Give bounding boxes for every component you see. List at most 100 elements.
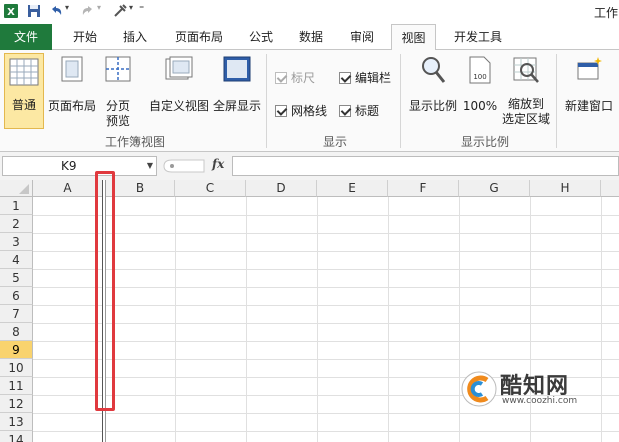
row-header[interactable]: 4: [0, 251, 33, 269]
headings-checkbox[interactable]: 标题: [339, 102, 379, 119]
tab-view[interactable]: 视图: [391, 24, 436, 51]
ruler-label: 标尺: [291, 71, 316, 85]
full-screen-button[interactable]: 全屏显示: [212, 55, 262, 114]
zoom-button[interactable]: 显示比例: [407, 55, 459, 114]
tools-dropdown-icon[interactable]: ▾: [129, 3, 133, 12]
row-header[interactable]: 14: [0, 431, 33, 442]
gridlines-label: 网格线: [291, 104, 328, 118]
ruler-checkbox[interactable]: 标尺: [275, 69, 315, 86]
column-header[interactable]: E: [317, 180, 388, 197]
row-header[interactable]: 10: [0, 359, 33, 377]
normal-view-button[interactable]: 普通: [4, 53, 44, 129]
row-header[interactable]: 7: [0, 305, 33, 323]
column-header[interactable]: G: [459, 180, 530, 197]
window-title: 工作: [594, 6, 619, 20]
custom-views-button[interactable]: 自定义视图: [148, 55, 210, 114]
headings-label: 标题: [355, 104, 380, 118]
row-header[interactable]: 2: [0, 215, 33, 233]
tab-formulas[interactable]: 公式: [242, 24, 280, 50]
formula-input[interactable]: [232, 156, 619, 176]
formula-bar-checkbox-box[interactable]: [339, 71, 351, 84]
column-header[interactable]: [601, 180, 619, 197]
column-header[interactable]: F: [388, 180, 459, 197]
new-window-icon: [577, 57, 602, 80]
undo-dropdown-icon[interactable]: ▾: [65, 3, 69, 12]
gridline: [33, 287, 619, 288]
customize-qat-icon[interactable]: ⁼: [139, 4, 144, 15]
formula-bar-handle-icon[interactable]: [162, 158, 206, 174]
ribbon-tabs: 文件 开始 插入 页面布局 公式 数据 审阅 视图 开发工具: [0, 24, 619, 51]
tab-home[interactable]: 开始: [66, 24, 104, 50]
formula-bar-checkbox[interactable]: 编辑栏: [339, 69, 391, 86]
row-header-selected[interactable]: 9: [0, 341, 33, 359]
page-layout-view-label: 页面布局: [47, 99, 96, 113]
gridline: [33, 431, 619, 432]
redo-icon[interactable]: [80, 3, 96, 19]
row-header[interactable]: 13: [0, 413, 33, 431]
insert-function-icon[interactable]: fx: [212, 157, 224, 171]
gridlines-checkbox-box[interactable]: [275, 104, 287, 117]
new-window-label: 新建窗口: [564, 99, 613, 113]
name-box-dropdown-icon[interactable]: ▼: [147, 157, 153, 175]
column-header[interactable]: C: [175, 180, 246, 197]
watermark-url: www.coozhi.com: [502, 396, 578, 406]
formula-bar-label: 编辑栏: [355, 71, 392, 85]
quick-access-toolbar: X ▾ ▾ ▾ ⁼ 工作: [0, 0, 619, 24]
tab-insert[interactable]: 插入: [116, 24, 154, 50]
redo-dropdown-icon[interactable]: ▾: [97, 3, 101, 12]
gridlines-checkbox[interactable]: 网格线: [275, 102, 327, 119]
column-header[interactable]: D: [246, 180, 317, 197]
row-header[interactable]: 12: [0, 395, 33, 413]
custom-views-icon: [165, 56, 193, 80]
row-header[interactable]: 6: [0, 287, 33, 305]
zoom-label: 显示比例: [408, 99, 457, 113]
gridline: [33, 413, 619, 414]
column-header[interactable]: B: [106, 180, 175, 197]
group-label-show: 显示: [322, 135, 347, 149]
tab-review[interactable]: 审阅: [343, 24, 381, 50]
row-header[interactable]: 1: [0, 197, 33, 215]
tab-data[interactable]: 数据: [292, 24, 330, 50]
zoom-to-selection-icon: [513, 57, 539, 83]
zoom-100-icon: 100: [469, 56, 491, 84]
headings-checkbox-box[interactable]: [339, 104, 351, 117]
gridline: [33, 233, 619, 234]
group-label-workbook-views: 工作簿视图: [104, 135, 165, 149]
zoom-to-selection-label2: 选定区域: [501, 112, 550, 126]
row-header[interactable]: 11: [0, 377, 33, 395]
column-header[interactable]: A: [33, 180, 103, 197]
tab-page-layout[interactable]: 页面布局: [168, 24, 230, 50]
name-box[interactable]: K9 ▼: [2, 156, 157, 176]
gridline: [33, 215, 619, 216]
column-header[interactable]: H: [530, 180, 601, 197]
select-all-triangle-icon: [19, 184, 29, 194]
gridline: [33, 269, 619, 270]
group-separator: [266, 54, 267, 148]
row-header[interactable]: 3: [0, 233, 33, 251]
zoom-100-label: 100%: [462, 99, 498, 113]
tools-icon[interactable]: [112, 3, 128, 19]
ruler-checkbox-box[interactable]: [275, 71, 287, 84]
save-icon[interactable]: [26, 3, 42, 19]
tab-developer[interactable]: 开发工具: [446, 24, 510, 50]
select-all-corner[interactable]: [0, 180, 33, 197]
group-label-zoom: 显示比例: [460, 135, 509, 149]
gridline: [33, 359, 619, 360]
gridline: [33, 341, 619, 342]
page-layout-view-button[interactable]: 页面布局: [47, 55, 97, 114]
page-break-preview-button[interactable]: 分页 预览: [100, 55, 136, 129]
svg-text:X: X: [7, 7, 15, 18]
formula-bar: K9 ▼ fx: [0, 152, 619, 180]
group-separator: [400, 54, 401, 148]
zoom-100-button[interactable]: 100 100%: [462, 55, 498, 114]
zoom-to-selection-button[interactable]: 缩放到 选定区域: [500, 55, 552, 127]
row-header[interactable]: 5: [0, 269, 33, 287]
gridline: [33, 305, 619, 306]
group-separator: [556, 54, 557, 148]
name-box-value: K9: [61, 159, 77, 173]
undo-icon[interactable]: [48, 3, 64, 19]
row-header[interactable]: 8: [0, 323, 33, 341]
watermark: 酷知网 www.coozhi.com: [460, 368, 616, 412]
new-window-button[interactable]: 新建窗口: [560, 55, 618, 114]
tab-file[interactable]: 文件: [0, 24, 52, 50]
